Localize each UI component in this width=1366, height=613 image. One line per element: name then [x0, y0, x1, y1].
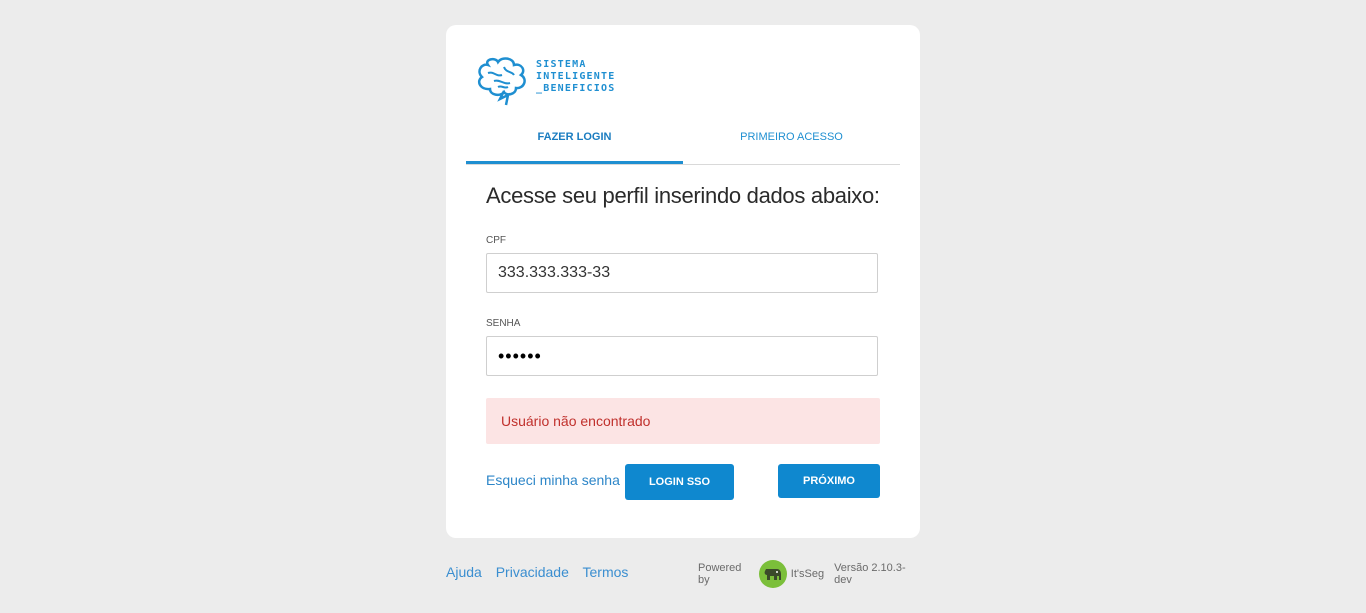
logo-line-2: INTELIGENTE [536, 71, 616, 82]
cpf-label: CPF [486, 235, 506, 246]
footer-links: Ajuda Privacidade Termos [446, 564, 638, 580]
terms-link[interactable]: Termos [583, 564, 629, 580]
brand-name: It'sSeg [790, 568, 825, 580]
help-link[interactable]: Ajuda [446, 564, 482, 580]
senha-label: SENHA [486, 318, 521, 329]
form-heading: Acesse seu perfil inserindo dados abaixo… [486, 183, 880, 208]
login-tabs: FAZER LOGIN PRIMEIRO ACESSO [466, 120, 900, 165]
cpf-input[interactable]: 333.333.333-33 [486, 253, 878, 293]
elephant-icon [759, 560, 787, 588]
brain-icon [478, 57, 526, 106]
app-logo: SISTEMA INTELIGENTE _BENEFICIOS [474, 53, 614, 111]
senha-input[interactable]: •••••• [486, 336, 878, 376]
tab-primeiro-acesso[interactable]: PRIMEIRO ACESSO [683, 120, 900, 164]
error-alert: Usuário não encontrado [486, 398, 880, 444]
logo-text: SISTEMA INTELIGENTE _BENEFICIOS [536, 59, 615, 95]
tab-fazer-login[interactable]: FAZER LOGIN [466, 120, 683, 164]
forgot-password-link[interactable]: Esqueci minha senha [486, 472, 620, 488]
login-sso-button[interactable]: LOGIN SSO [625, 464, 734, 500]
next-button[interactable]: PRÓXIMO [778, 464, 880, 498]
version-text: Versão 2.10.3-dev [834, 562, 906, 586]
privacy-link[interactable]: Privacidade [496, 564, 569, 580]
logo-line-3: _BENEFICIOS [536, 83, 616, 94]
powered-by-text: Powered by [698, 562, 742, 586]
logo-line-1: SISTEMA [536, 59, 587, 70]
footer-powered: Powered by It'sSeg Versão 2.10.3-dev [698, 560, 922, 588]
login-card: SISTEMA INTELIGENTE _BENEFICIOS FAZER LO… [446, 25, 920, 538]
